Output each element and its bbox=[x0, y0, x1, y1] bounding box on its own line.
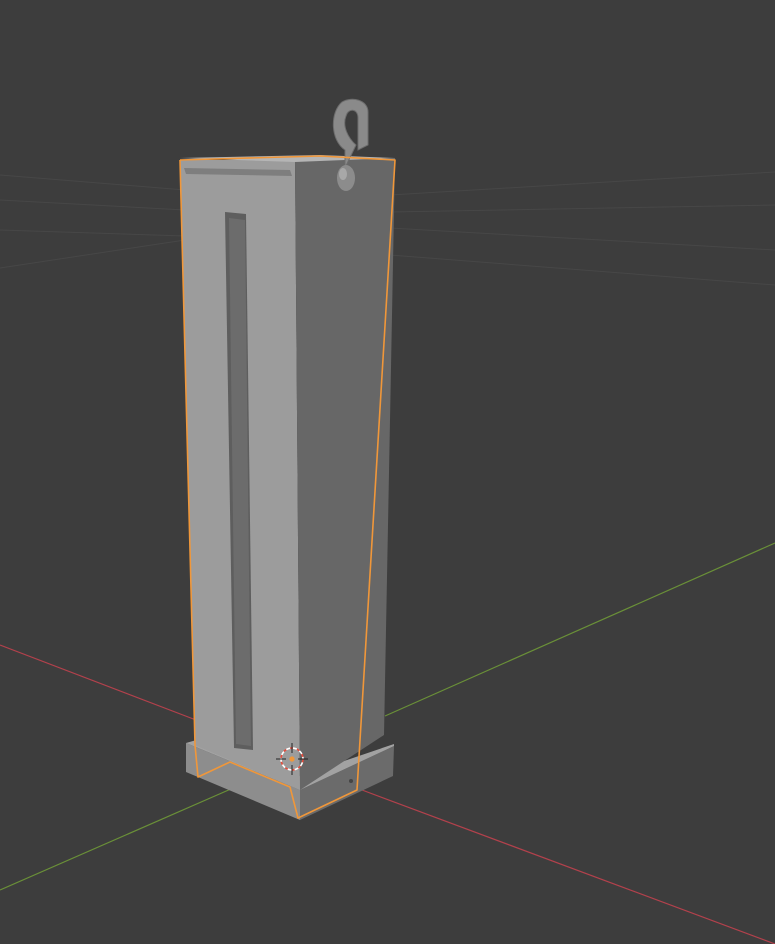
column-side-face bbox=[295, 158, 395, 790]
grid-line bbox=[389, 204, 775, 213]
grid-line bbox=[389, 254, 775, 286]
grid-line bbox=[0, 239, 186, 269]
vertex-dot bbox=[349, 779, 353, 783]
grid-line bbox=[389, 171, 775, 196]
y-axis-line bbox=[0, 542, 775, 891]
viewport-canvas[interactable] bbox=[0, 0, 775, 944]
grid-line bbox=[0, 199, 186, 211]
grid-line bbox=[389, 227, 775, 251]
grid-line bbox=[0, 229, 186, 237]
grid-line bbox=[0, 174, 186, 191]
3d-viewport[interactable] bbox=[0, 0, 775, 944]
object-origin-icon bbox=[289, 756, 295, 762]
x-axis-line bbox=[0, 644, 775, 944]
selected-object[interactable] bbox=[179, 98, 396, 820]
hook-knob bbox=[337, 165, 355, 191]
